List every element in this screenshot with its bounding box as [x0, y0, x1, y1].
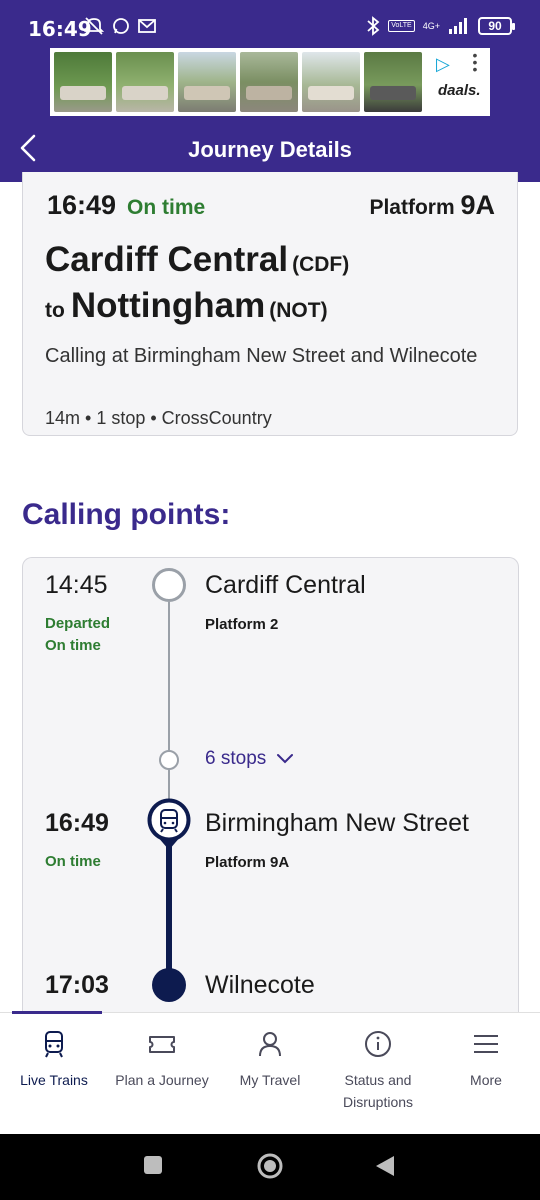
status-bar: 16:49 VoLTE 4G+ 90	[0, 0, 540, 48]
current-train-marker-icon	[147, 798, 191, 850]
stop-name: Birmingham New Street	[205, 809, 469, 837]
ad-image[interactable]	[116, 52, 174, 112]
destination-name: Nottingham	[70, 286, 266, 325]
menu-icon	[474, 1035, 498, 1053]
ad-more-icon[interactable]: • • •	[472, 48, 478, 76]
stop-status: On time	[45, 637, 101, 654]
system-icons: VoLTE 4G+ 90	[366, 16, 515, 36]
ad-brand-name: daals.	[438, 82, 481, 99]
stop-status: On time	[45, 853, 101, 870]
nav-label: Plan a Journey	[115, 1072, 209, 1088]
volte-badge: VoLTE	[388, 20, 415, 32]
stop-platform: Platform 2	[205, 616, 279, 633]
ad-image[interactable]	[364, 52, 422, 112]
stop-time: 14:45	[45, 571, 108, 599]
calling-points-card: 14:45 Departed On time Cardiff Central P…	[22, 557, 519, 1027]
intermediate-stops-marker	[159, 750, 179, 770]
expand-stops-button[interactable]: 6 stops	[205, 748, 294, 770]
ad-image[interactable]	[178, 52, 236, 112]
nav-plan-journey[interactable]: Plan a Journey	[108, 1013, 216, 1134]
stop-time: 16:49	[45, 809, 109, 837]
stop-name: Wilnecote	[205, 971, 315, 999]
outlook-icon	[138, 19, 156, 33]
ad-banner[interactable]: ▷ • • • daals.	[50, 48, 490, 116]
active-tab-indicator	[12, 1011, 102, 1014]
nav-label: My Travel	[239, 1072, 301, 1088]
whatsapp-icon	[113, 18, 129, 34]
calling-at-text: Calling at Birmingham New Street and Wil…	[45, 345, 478, 367]
ad-image[interactable]	[54, 52, 112, 112]
signal-icon	[449, 18, 467, 34]
bottom-navigation: Live Trains Plan a Journey My Travel Sta…	[0, 1011, 540, 1134]
system-navigation-bar	[0, 1134, 540, 1200]
stop-platform: Platform 9A	[205, 854, 290, 871]
train-icon	[45, 1031, 63, 1058]
chevron-down-icon	[277, 754, 294, 764]
platform-info: Platform 9A	[369, 190, 495, 221]
notification-icons	[84, 17, 156, 35]
bluetooth-icon	[367, 16, 380, 36]
nav-live-trains[interactable]: Live Trains	[0, 1013, 108, 1134]
ad-banner-container: ▷ • • • daals.	[0, 48, 540, 116]
nav-my-travel[interactable]: My Travel	[216, 1013, 324, 1134]
stop-status: Departed	[45, 615, 111, 632]
origin-station: Cardiff Central (CDF)	[45, 240, 349, 280]
calling-points-heading: Calling points:	[22, 498, 231, 531]
ad-choices-icon[interactable]: ▷	[436, 54, 450, 75]
departure-time: 16:49	[47, 190, 117, 220]
nav-label: More	[470, 1072, 502, 1088]
stop-time: 17:03	[45, 971, 109, 999]
nav-more[interactable]: More	[432, 1013, 540, 1134]
origin-name: Cardiff Central	[45, 240, 289, 279]
page-title: Journey Details	[188, 137, 352, 162]
to-label: to	[45, 299, 65, 322]
route-line-passed	[168, 602, 170, 802]
nav-label: Status and Disruptions	[342, 1072, 414, 1110]
stop-name: Cardiff Central	[205, 571, 366, 599]
destination-code: (NOT)	[269, 299, 328, 322]
stop-marker-departed	[152, 568, 186, 602]
mute-icon	[84, 17, 104, 35]
journey-meta: 14m • 1 stop • CrossCountry	[45, 408, 272, 428]
ticket-icon	[149, 1036, 175, 1053]
stop-marker-upcoming	[152, 968, 186, 1002]
info-icon	[365, 1031, 391, 1057]
status-badge: On time	[127, 196, 206, 219]
journey-summary-card: 16:49 On time Platform 9A Cardiff Centra…	[22, 172, 518, 436]
stops-toggle-label: 6 stops	[205, 748, 267, 769]
platform-number: 9A	[460, 190, 495, 220]
ad-image[interactable]	[240, 52, 298, 112]
battery-indicator: 90	[478, 17, 515, 35]
destination-station: to Nottingham (NOT)	[45, 286, 328, 326]
back-nav-icon[interactable]	[374, 1154, 396, 1178]
platform-label: Platform	[369, 196, 455, 219]
home-icon[interactable]	[256, 1152, 284, 1180]
origin-code: (CDF)	[292, 253, 350, 276]
recents-icon[interactable]	[142, 1154, 164, 1176]
status-time: 16:49	[28, 17, 92, 41]
nav-status-disruptions[interactable]: Status and Disruptions	[324, 1013, 432, 1134]
ad-brand-area[interactable]: ▷ • • • daals.	[426, 48, 486, 112]
network-type: 4G+	[422, 20, 440, 31]
nav-label: Live Trains	[20, 1072, 88, 1088]
ad-image[interactable]	[302, 52, 360, 112]
person-icon	[259, 1032, 281, 1057]
